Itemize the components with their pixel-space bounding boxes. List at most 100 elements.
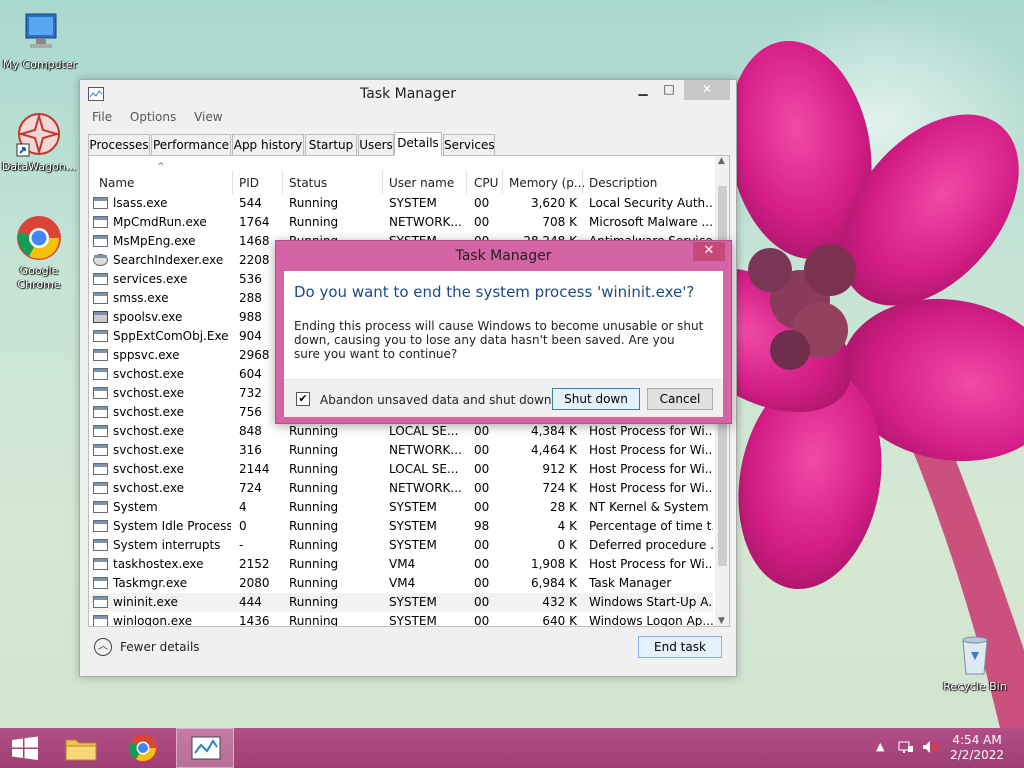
cell-user-name: NETWORK... <box>389 443 462 457</box>
tab-users[interactable]: Users <box>358 134 394 156</box>
tab-details[interactable]: Details <box>394 132 442 156</box>
table-row[interactable]: System Idle Process 0 Running SYSTEM 98 4 K Pe… <box>89 517 713 536</box>
cell-name: System <box>113 500 158 514</box>
desktop-icon-datawagon[interactable]: DataWagon... <box>0 110 79 174</box>
dialog-title: Task Manager <box>455 248 552 264</box>
cell-name: Taskmgr.exe <box>113 576 188 590</box>
column-header-description[interactable]: Description <box>589 176 657 190</box>
network-icon[interactable] <box>898 740 914 757</box>
table-row[interactable]: System 4 Running SYSTEM 00 28 K NT Kernel & Sy… <box>89 498 713 517</box>
fewer-details-link[interactable]: Fewer details <box>120 640 200 654</box>
cell-description: Windows Start-Up A... <box>589 595 713 609</box>
desktop-icon-my-computer[interactable]: My Computer <box>0 8 80 72</box>
cell-status: Running <box>289 196 339 210</box>
cell-pid: 2080 <box>239 576 270 590</box>
column-header-status[interactable]: Status <box>289 176 327 190</box>
process-icon <box>93 520 108 532</box>
column-divider[interactable] <box>382 170 383 194</box>
scroll-down-arrow-icon[interactable]: ▼ <box>718 616 725 626</box>
scroll-up-arrow-icon[interactable]: ▲ <box>718 156 725 166</box>
column-header-cpu[interactable]: CPU <box>474 176 498 190</box>
dialog-close-button[interactable]: ✕ <box>693 242 725 261</box>
end-task-button[interactable]: End task <box>638 636 722 658</box>
column-divider[interactable] <box>232 170 233 194</box>
cell-description: Windows Logon Ap... <box>589 614 713 627</box>
cell-cpu: 00 <box>474 481 490 495</box>
show-hidden-icons-icon[interactable]: ▲ <box>876 740 884 753</box>
cell-cpu: 00 <box>474 215 490 229</box>
cell-pid: 544 <box>239 196 262 210</box>
cancel-button[interactable]: Cancel <box>647 388 713 410</box>
process-icon <box>93 425 108 437</box>
table-row[interactable]: System interrupts - Running SYSTEM 00 0 K Defe… <box>89 536 713 555</box>
table-row[interactable]: MpCmdRun.exe 1764 Running NETWORK... 00 708 K… <box>89 213 713 232</box>
start-button[interactable] <box>0 728 50 768</box>
taskbar-file-explorer[interactable] <box>58 728 104 768</box>
taskbar-chrome[interactable] <box>120 728 166 768</box>
tab-startup[interactable]: Startup <box>305 134 357 156</box>
minimize-button[interactable]: ▁ <box>630 80 656 100</box>
cell-name: svchost.exe <box>113 424 184 438</box>
shut-down-button[interactable]: Shut down <box>552 388 640 410</box>
menu-options[interactable]: Options <box>130 107 176 124</box>
cell-name: lsass.exe <box>113 196 168 210</box>
menu-view[interactable]: View <box>194 107 222 124</box>
table-row[interactable]: svchost.exe 724 Running NETWORK... 00 724 K Ho… <box>89 479 713 498</box>
tab-processes[interactable]: Processes <box>88 134 150 156</box>
maximize-button[interactable]: □ <box>656 80 682 100</box>
cell-cpu: 00 <box>474 576 490 590</box>
cell-name: svchost.exe <box>113 443 184 457</box>
cell-description: Deferred procedure ... <box>589 538 713 552</box>
taskbar-clock[interactable]: 4:54 AM 2/2/2022 <box>950 733 1004 763</box>
tab-performance[interactable]: Performance <box>151 134 231 156</box>
cell-pid: 848 <box>239 424 262 438</box>
end-process-dialog: Task Manager ✕ Do you want to end the sy… <box>275 240 732 424</box>
tab-app-history[interactable]: App history <box>232 134 304 156</box>
column-header-user-name[interactable]: User name <box>389 176 454 190</box>
column-divider[interactable] <box>582 170 583 194</box>
table-row[interactable]: svchost.exe 316 Running NETWORK... 00 4,464 K… <box>89 441 713 460</box>
cell-cpu: 00 <box>474 443 490 457</box>
desktop-icon-google-chrome[interactable]: Google Chrome <box>0 214 79 292</box>
table-row[interactable]: Taskmgr.exe 2080 Running VM4 00 6,984 K Task M… <box>89 574 713 593</box>
cell-status: Running <box>289 557 339 571</box>
cell-user-name: SYSTEM <box>389 538 437 552</box>
tab-services[interactable]: Services <box>443 134 495 156</box>
desktop-icon-recycle-bin[interactable]: Recycle Bin <box>935 630 1015 694</box>
table-row[interactable]: lsass.exe 544 Running SYSTEM 00 3,620 K Local … <box>89 194 713 213</box>
chevron-up-icon[interactable]: ︿ <box>94 638 112 656</box>
chrome-icon <box>15 214 63 262</box>
cell-status: Running <box>289 538 339 552</box>
menu-file[interactable]: File <box>92 107 112 124</box>
cell-status: Running <box>289 576 339 590</box>
recycle-bin-icon <box>951 630 999 678</box>
title-bar[interactable]: Task Manager ▁ □ ✕ <box>80 80 736 107</box>
column-header-memory[interactable]: Memory (p... <box>509 176 585 190</box>
column-divider[interactable] <box>466 170 467 194</box>
table-row[interactable]: taskhostex.exe 2152 Running VM4 00 1,908 K Hos… <box>89 555 713 574</box>
column-divider[interactable] <box>282 170 283 194</box>
cell-cpu: 00 <box>474 557 490 571</box>
abandon-data-label[interactable]: Abandon unsaved data and shut down. <box>320 393 555 407</box>
process-icon <box>93 235 108 247</box>
cell-cpu: 00 <box>474 196 490 210</box>
volume-muted-icon[interactable] <box>922 740 938 757</box>
column-header-name[interactable]: Name <box>99 176 134 190</box>
table-row[interactable]: svchost.exe 848 Running LOCAL SE... 00 4,384 … <box>89 422 713 441</box>
abandon-data-checkbox[interactable]: ✔ <box>296 392 310 406</box>
cell-user-name: NETWORK... <box>389 215 462 229</box>
table-row[interactable]: wininit.exe 444 Running SYSTEM 00 432 K Window… <box>89 593 713 612</box>
cell-user-name: SYSTEM <box>389 196 437 210</box>
cell-user-name: VM4 <box>389 576 416 590</box>
close-button[interactable]: ✕ <box>684 80 730 100</box>
column-header-pid[interactable]: PID <box>239 176 259 190</box>
cell-description: Microsoft Malware ... <box>589 215 713 229</box>
table-row[interactable]: winlogon.exe 1436 Running SYSTEM 00 640 K Wind… <box>89 612 713 627</box>
column-divider[interactable] <box>502 170 503 194</box>
cell-user-name: SYSTEM <box>389 614 437 627</box>
taskbar-task-manager[interactable] <box>176 728 234 768</box>
table-row[interactable]: svchost.exe 2144 Running LOCAL SE... 00 912 K… <box>89 460 713 479</box>
cell-status: Running <box>289 614 339 627</box>
process-icon <box>93 387 108 399</box>
process-icon <box>93 216 108 228</box>
